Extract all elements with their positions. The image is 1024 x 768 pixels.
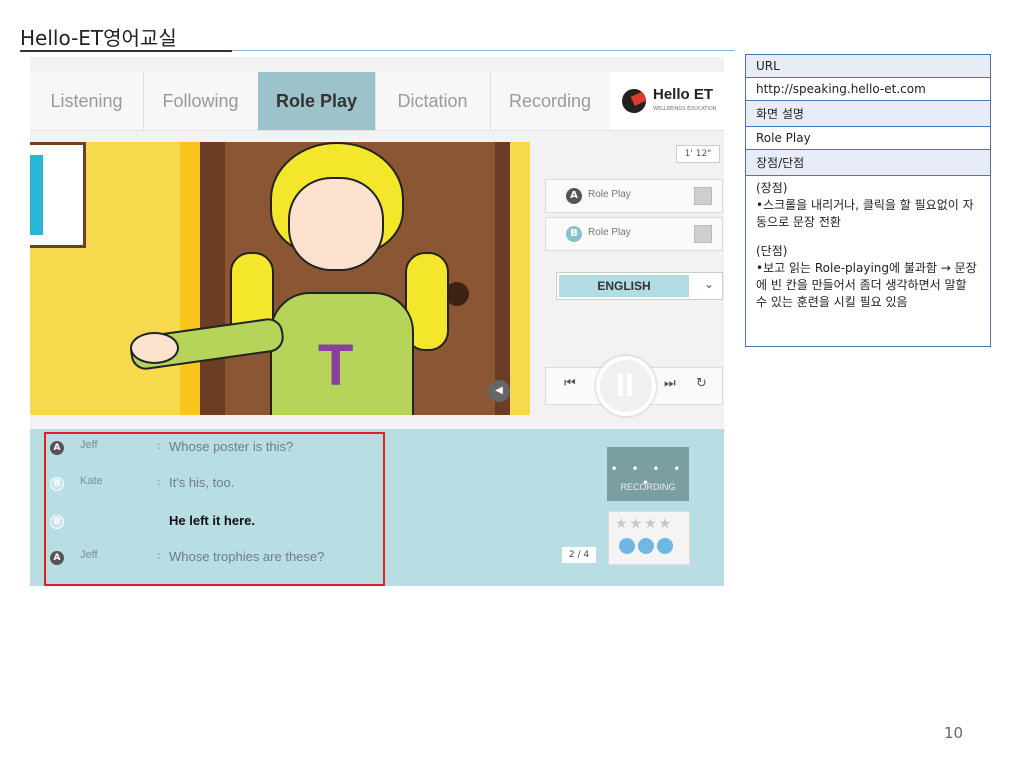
role-b-checkbox[interactable] (694, 225, 712, 243)
role-a-label: Role Play (588, 189, 631, 200)
tab-following[interactable]: Following (143, 72, 259, 130)
tab-recording[interactable]: Recording (490, 72, 611, 130)
timer-display: 1' 12" (676, 145, 720, 163)
cons-text: •보고 읽는 Role-playing에 불과함 → 문장에 빈 칸을 만들어서… (756, 261, 977, 310)
previous-icon[interactable]: ⏮ (564, 376, 576, 391)
speaker-badge: A (50, 551, 64, 565)
slide-title: Hello-ET영어교실 (20, 26, 177, 50)
description-label: 화면 설명 (746, 101, 990, 127)
tab-bar: Listening Following Role Play Dictation … (30, 72, 724, 131)
audio-player: ⏮ ⏭ ↻ (545, 356, 723, 416)
logo-subtext: WELLBEINGS EDUCATION (653, 106, 717, 112)
app-screenshot: Listening Following Role Play Dictation … (30, 57, 724, 586)
info-table: URL http://speaking.hello-et.com 화면 설명 R… (745, 54, 991, 347)
poster-illustration (30, 142, 86, 248)
logo-mark-icon (622, 89, 646, 113)
language-value: ENGLISH (559, 275, 689, 297)
tab-listening[interactable]: Listening (30, 72, 144, 130)
title-underline (20, 50, 232, 52)
url-label: URL (746, 55, 990, 78)
cons-heading: (단점) (756, 244, 788, 259)
smiley-icons (619, 538, 676, 558)
page-number: 10 (944, 724, 964, 742)
language-select[interactable]: ENGLISH ⌄ (556, 272, 723, 300)
repeat-icon[interactable]: ↻ (696, 376, 707, 391)
dialogue-panel: A Jeff : Whose poster is this? B Kate : … (30, 429, 724, 586)
speaker-name: Jeff (80, 439, 98, 451)
role-a-option[interactable]: A Role Play (545, 179, 723, 213)
speaker-name: Jeff (80, 549, 98, 561)
dialogue-text: Whose trophies are these? (169, 549, 325, 564)
url-value: http://speaking.hello-et.com (746, 78, 990, 101)
dialogue-text: It's his, too. (169, 475, 235, 490)
next-icon[interactable]: ⏭ (664, 376, 676, 391)
pause-button[interactable] (596, 356, 656, 416)
cartoon-scene: T ◀ (30, 142, 530, 415)
pros-cons-label: 장점/단점 (746, 150, 990, 176)
smiley-icon (619, 538, 635, 554)
tab-role-play[interactable]: Role Play (258, 72, 376, 130)
sound-icon[interactable]: ◀ (488, 380, 510, 402)
hello-et-logo: Hello ET WELLBEINGS EDUCATION (610, 72, 724, 130)
pros-cons-body: (장점) •스크롤을 내리거나, 클릭을 할 필요없이 자동으로 문장 전환 (… (746, 176, 990, 346)
logo-text: Hello ET (653, 86, 714, 103)
role-b-badge: B (566, 226, 582, 242)
dialogue-text-current: He left it here. (169, 513, 255, 528)
page-counter: 2 / 4 (562, 547, 596, 563)
chevron-down-icon: ⌄ (703, 277, 714, 291)
dialogue-text: Whose poster is this? (169, 439, 294, 454)
speaker-badge: A (50, 441, 64, 455)
speaker-badge: B (50, 477, 64, 491)
score-card: ★★★★ (608, 511, 690, 565)
recording-button[interactable]: • • • • • RECORDING (607, 447, 689, 501)
star-rating-icon: ★★★★ (615, 516, 674, 532)
smiley-icon (638, 538, 654, 554)
tab-dictation[interactable]: Dictation (375, 72, 491, 130)
speaker-name: Kate (80, 475, 103, 487)
speaker-badge: B (50, 515, 64, 529)
role-a-checkbox[interactable] (694, 187, 712, 205)
role-a-badge: A (566, 188, 582, 204)
smiley-icon (657, 538, 673, 554)
pros-text: •스크롤을 내리거나, 클릭을 할 필요없이 자동으로 문장 전환 (756, 198, 974, 230)
role-b-option[interactable]: B Role Play (545, 217, 723, 251)
recording-label: RECORDING (620, 482, 676, 492)
description-value: Role Play (746, 127, 990, 150)
shirt-letter: T (318, 333, 354, 398)
role-b-label: Role Play (588, 227, 631, 238)
pros-heading: (장점) (756, 181, 788, 195)
